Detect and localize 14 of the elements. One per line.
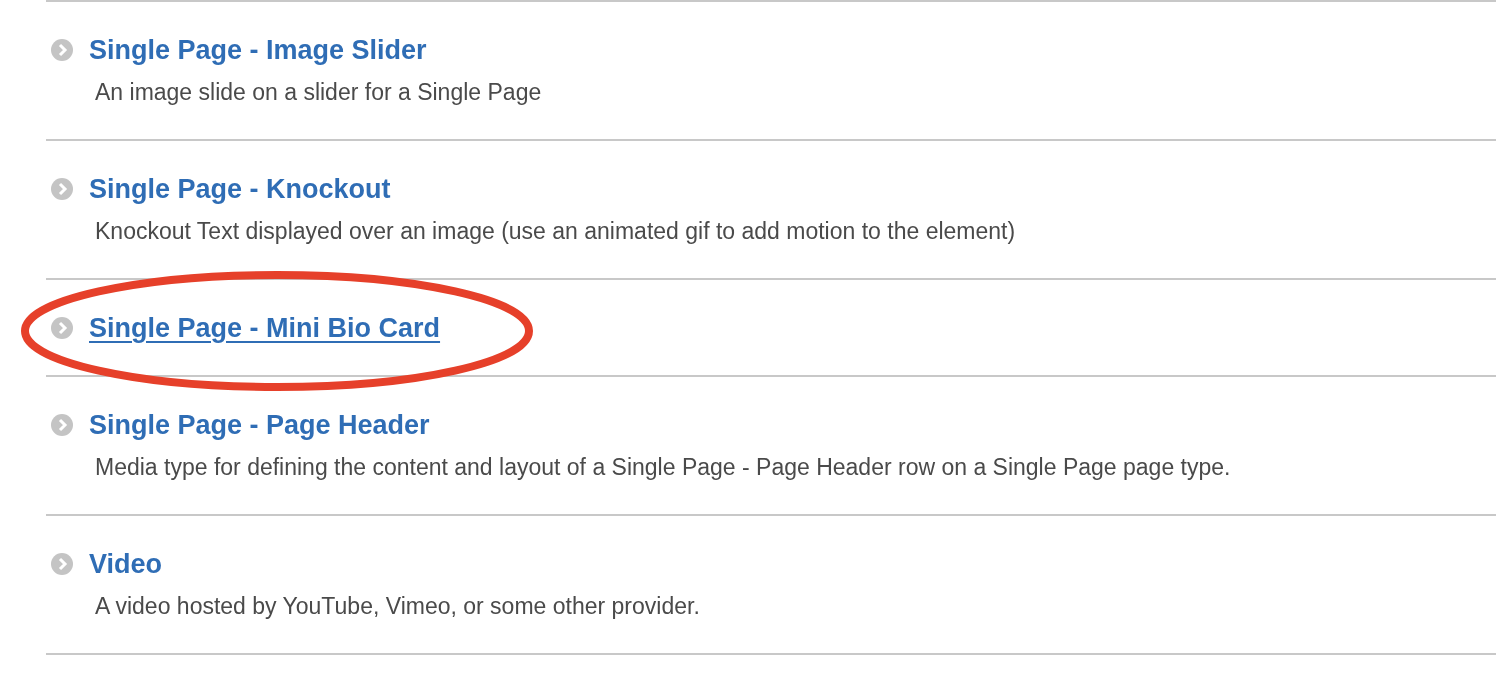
chevron-icon <box>50 38 74 62</box>
item-description: Media type for defining the content and layout of a Single Page - Page Header row on a Single Page page type. <box>95 453 1232 482</box>
chevron-icon <box>50 552 74 576</box>
item-description: Knockout Text displayed over an image (use an animated gif to add motion to the element) <box>95 217 1017 246</box>
item-link[interactable]: Single Page - Image Slider <box>89 34 427 66</box>
item-description: A video hosted by YouTube, Vimeo, or some other provider. <box>95 592 701 621</box>
chevron-icon <box>50 177 74 201</box>
chevron-icon <box>50 316 74 340</box>
chevron-icon <box>50 413 74 437</box>
item-link[interactable]: Single Page - Mini Bio Card <box>89 312 441 344</box>
item-link[interactable]: Video <box>89 548 163 580</box>
item-description: An image slide on a slider for a Single Page <box>95 78 543 107</box>
item-link[interactable]: Single Page - Page Header <box>89 409 430 441</box>
item-link[interactable]: Single Page - Knockout <box>89 173 391 205</box>
